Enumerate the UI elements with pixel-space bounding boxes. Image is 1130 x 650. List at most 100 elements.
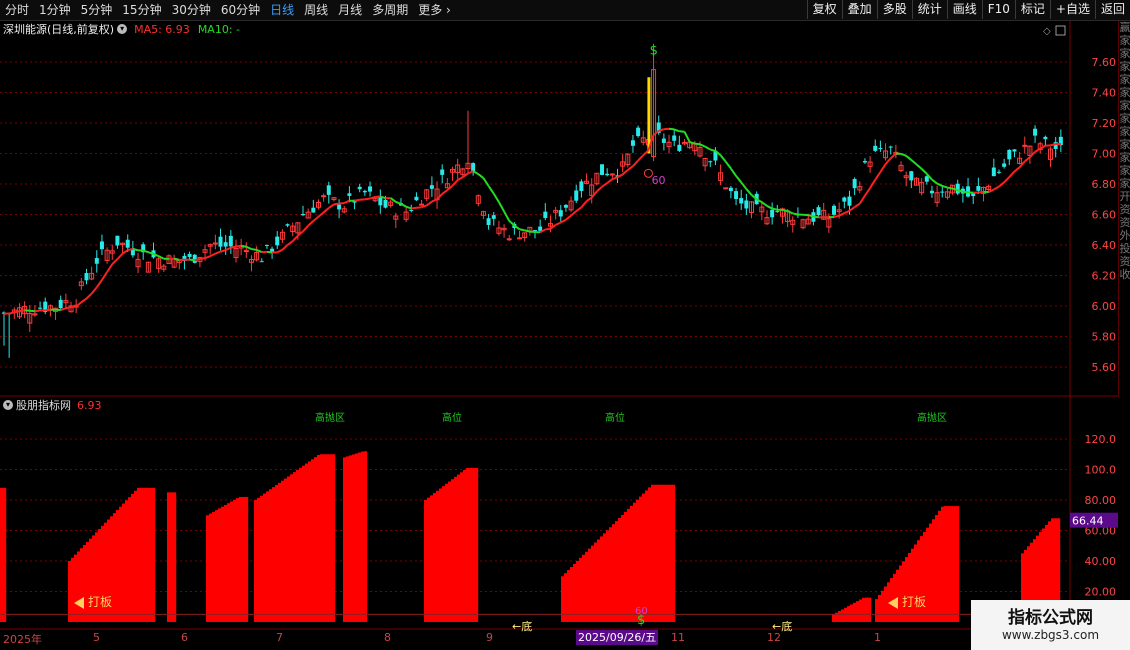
indicator-bar (224, 504, 228, 622)
indicator-bar (588, 548, 592, 622)
period-tab-8[interactable]: 月线 (333, 0, 367, 20)
candle-body (636, 127, 641, 137)
ma-line-segment (302, 224, 309, 233)
indicator-bar (448, 481, 452, 622)
daban-label: 打板 (902, 595, 926, 609)
candle-body (357, 186, 362, 190)
toolbar-button-8[interactable]: 返回 (1094, 0, 1130, 19)
indicator-bar (654, 484, 658, 622)
indicator-bar (302, 465, 306, 622)
ma-line-segment (601, 182, 608, 188)
period-tab-1[interactable]: 1分钟 (34, 0, 76, 20)
ma-line-segment (1008, 170, 1016, 178)
candle-body (832, 205, 837, 215)
ma-line-segment (8, 311, 15, 315)
watermark-title: 指标公式网 (1008, 608, 1093, 628)
indicator-bar (914, 544, 918, 622)
indicator-bar (579, 557, 583, 622)
ma-line-segment (549, 224, 557, 230)
ma-line-segment (333, 202, 340, 206)
indicator-bar (86, 541, 90, 622)
ma-line-segment (400, 202, 407, 208)
period-tab-3[interactable]: 15分钟 (117, 0, 166, 20)
indicator-bar (149, 487, 153, 622)
ma-line-segment (905, 155, 912, 161)
candle-body (517, 237, 523, 240)
candle-body (661, 138, 666, 143)
ma-line-segment (874, 171, 882, 181)
candle-body (212, 242, 218, 245)
indicator-bar (173, 492, 177, 622)
indicator-bar (642, 493, 646, 622)
price-tick-label: 7.60 (1092, 56, 1117, 69)
period-tab-9[interactable]: 多周期 (367, 0, 413, 20)
period-tab-0[interactable]: 分时 (0, 0, 34, 20)
toolbar-button-3[interactable]: 统计 (911, 0, 947, 19)
price-tick-label: 7.20 (1092, 117, 1117, 130)
strip-char: 收 (1119, 268, 1130, 281)
indicator-bar (878, 594, 882, 622)
ma-line-segment (95, 279, 103, 288)
dollar-marker: $ (650, 43, 658, 58)
toolbar-button-5[interactable]: F10 (981, 0, 1015, 19)
period-toolbar: 分时 1分钟 5分钟 15分钟 30分钟 60分钟 日线 周线 月线 多周期 更多 › 复权 叠加 多股… (0, 0, 1130, 21)
period-tab-2[interactable]: 5分钟 (76, 0, 118, 20)
ma-line-segment (1013, 166, 1021, 173)
candle-body (734, 191, 739, 200)
indicator-bar (361, 451, 365, 622)
ma-line-segment (426, 200, 433, 207)
indicator-bar (143, 487, 147, 622)
toolbar-button-1[interactable]: 叠加 (841, 0, 877, 19)
period-tab-4[interactable]: 30分钟 (167, 0, 216, 20)
candle-body (862, 160, 867, 163)
indicator-bar (314, 457, 318, 622)
indicator-bar (645, 490, 649, 622)
period-tab-5[interactable]: 60分钟 (216, 0, 265, 20)
ma-line-segment (364, 197, 371, 201)
toolbar-button-7[interactable]: +自选 (1049, 0, 1095, 19)
candle-body (739, 198, 744, 204)
indicator-bar (326, 454, 330, 622)
period-tab-7[interactable]: 周线 (299, 0, 333, 20)
ma-line-segment (431, 198, 438, 203)
candle-body (600, 164, 605, 175)
ma-line-segment (617, 173, 624, 179)
kline-chart[interactable]: 7.60 7.40 7.20 7.00 6.80 6.60 6.40 6.20 6.00 5.80… (0, 21, 1118, 650)
indicator-bar (460, 472, 464, 622)
indicator-tick-label: 40.00 (1085, 555, 1117, 568)
toolbar-button-0[interactable]: 复权 (806, 0, 842, 19)
toolbar-button-4[interactable]: 画线 (946, 0, 982, 19)
ma-line-segment (90, 286, 98, 295)
ma-line-segment (194, 258, 201, 262)
price-tick-label: 6.20 (1092, 270, 1117, 283)
ma-line-segment (317, 211, 325, 218)
ma-line-segment (813, 215, 819, 219)
ma-line-segment (555, 221, 562, 226)
candle-body (187, 253, 192, 257)
indicator-bar (953, 506, 957, 622)
period-tab-6[interactable]: 日线 (265, 0, 299, 20)
indicator-bar (932, 519, 936, 622)
ma-line-segment (519, 228, 525, 232)
candle-body (909, 171, 914, 181)
ma-line-segment (941, 184, 948, 189)
ma-line-segment (251, 248, 257, 251)
chevron-down-icon[interactable]: ▾ (3, 400, 13, 410)
candle-body (264, 244, 269, 246)
right-info-strip[interactable]: 赢家家家家家家家家家家家家开资资外投资收 (1118, 21, 1130, 397)
ma-line-segment (858, 195, 866, 205)
period-tab-10[interactable]: 更多 › (413, 0, 456, 20)
toolbar-button-2[interactable]: 多股 (876, 0, 912, 19)
x-axis-label: 9 (486, 631, 493, 644)
indicator-bar (433, 493, 437, 622)
ma-line-segment (580, 200, 588, 208)
candle-body (414, 196, 419, 201)
indicator-bar (131, 493, 135, 622)
candle-body (440, 169, 445, 175)
toolbar-button-6[interactable]: 标记 (1014, 0, 1050, 19)
strip-char: 家 (1119, 164, 1130, 177)
chevron-down-icon[interactable]: ▾ (117, 24, 128, 34)
candle-body (58, 299, 63, 309)
ma-line-segment (1024, 156, 1031, 163)
indicator-name: 股朋指标网 (16, 399, 71, 412)
